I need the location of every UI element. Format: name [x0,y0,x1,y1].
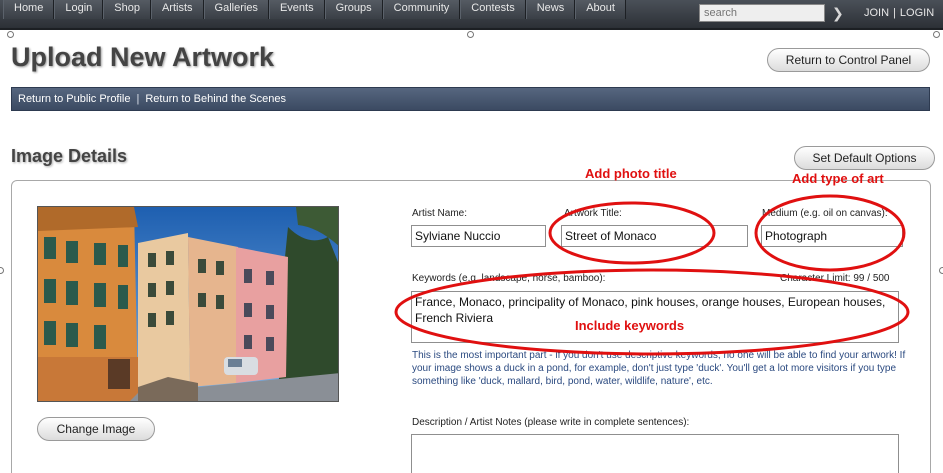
medium-label: Medium (e.g. oil on canvas): [762,208,888,219]
resize-handle-top-left [7,31,14,38]
resize-handle-right [939,267,943,274]
keywords-hint-text: This is the most important part - if you… [412,350,906,387]
description-label: Description / Artist Notes (please write… [412,417,690,428]
resize-handle-top-right [933,31,940,38]
return-to-control-panel-button[interactable]: Return to Control Panel [767,48,930,72]
return-to-behind-the-scenes-link[interactable]: Return to Behind the Scenes [145,93,286,105]
character-limit-counter: Character Limit: 99 / 500 [780,273,890,284]
nav-news[interactable]: News [525,0,576,19]
auth-separator: | [893,7,896,19]
nav-artists[interactable]: Artists [150,0,204,19]
search-input[interactable] [699,4,825,22]
type-of-art-annotation: Add type of art [792,171,884,186]
keywords-label: Keywords (e.g. landscape, horse, bamboo)… [412,273,606,284]
sub-navigation-bar: Return to Public Profile | Return to Behin… [11,87,930,111]
resize-handle-left [0,267,4,274]
nav-menu: Home Login Shop Artists Galleries Events… [3,0,626,28]
login-link[interactable]: LOGIN [900,7,934,19]
nav-about[interactable]: About [575,0,626,19]
page-title: Upload New Artwork [11,42,275,72]
join-link[interactable]: JOIN [864,7,889,19]
search-go-icon[interactable]: ❯ [832,5,846,21]
nav-galleries[interactable]: Galleries [203,0,269,19]
artwork-illustration [38,207,338,401]
set-default-options-button[interactable]: Set Default Options [794,146,935,170]
nav-groups[interactable]: Groups [324,0,383,19]
artist-name-field[interactable]: Sylviane Nuccio [411,225,546,247]
subnav-divider: | [136,93,140,105]
return-to-public-profile-link[interactable]: Return to Public Profile [18,93,131,105]
nav-login[interactable]: Login [54,0,104,19]
nav-events[interactable]: Events [268,0,325,19]
artwork-preview-image [37,206,339,402]
photo-title-annotation: Add photo title [585,166,677,181]
artist-name-label: Artist Name: [412,208,468,219]
keywords-field[interactable]: France, Monaco, principality of Monaco, … [411,291,899,343]
nav-home[interactable]: Home [3,0,55,19]
auth-links: JOIN | LOGIN [864,7,934,19]
medium-field[interactable]: Photograph [761,225,903,247]
image-details-heading: Image Details [11,146,128,166]
description-field[interactable] [411,434,899,473]
artwork-title-label: Artwork Title: [564,208,622,219]
nav-contests[interactable]: Contests [460,0,526,19]
nav-community[interactable]: Community [382,0,461,19]
resize-handle-top-center [467,31,474,38]
nav-shop[interactable]: Shop [103,0,151,19]
top-navigation: Home Login Shop Artists Galleries Events… [0,0,943,30]
change-image-button[interactable]: Change Image [37,417,155,441]
keywords-annotation: Include keywords [575,318,685,333]
artwork-title-field[interactable]: Street of Monaco [561,225,748,247]
